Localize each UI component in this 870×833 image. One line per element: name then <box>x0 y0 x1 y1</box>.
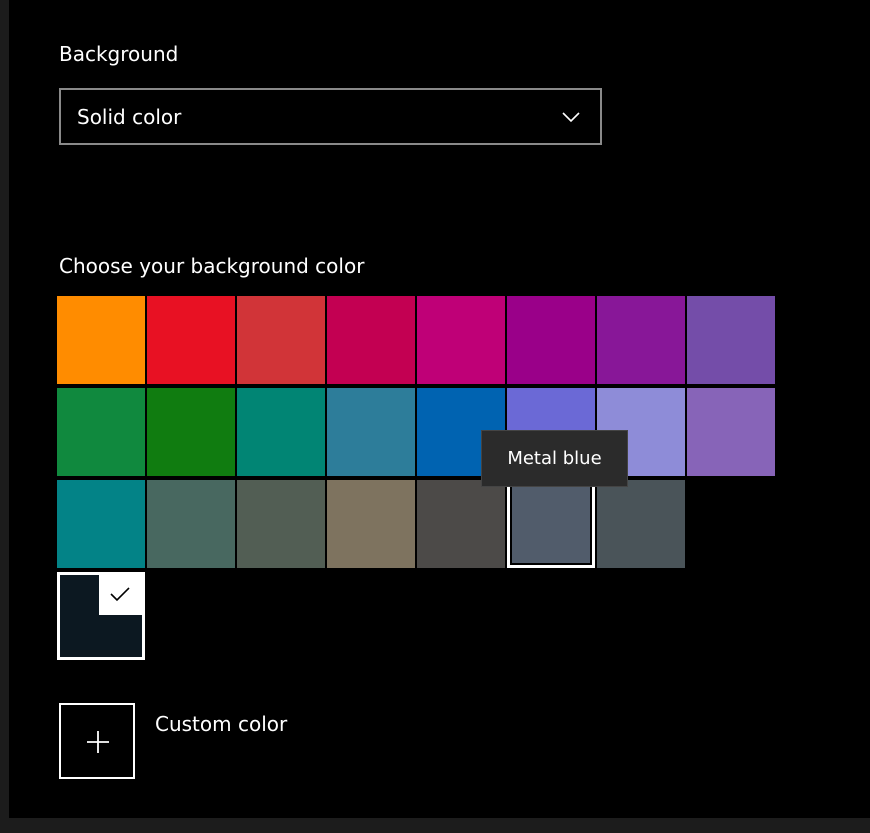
color-swatch[interactable] <box>147 480 235 568</box>
chevron-down-icon <box>562 109 580 123</box>
choose-color-label: Choose your background color <box>59 254 365 278</box>
color-swatch[interactable] <box>57 296 145 384</box>
selected-check-badge <box>99 575 142 615</box>
color-swatch[interactable] <box>237 480 325 568</box>
background-dropdown[interactable]: Solid color <box>59 88 602 145</box>
custom-color-label[interactable]: Custom color <box>155 712 287 736</box>
color-swatch[interactable] <box>147 388 235 476</box>
checkmark-icon <box>110 587 130 602</box>
color-swatch[interactable] <box>327 388 415 476</box>
color-swatch[interactable] <box>417 480 505 568</box>
color-swatch[interactable] <box>327 296 415 384</box>
bottom-edge-divider <box>0 818 870 833</box>
color-swatch[interactable] <box>327 480 415 568</box>
custom-color-button[interactable] <box>59 703 135 779</box>
left-edge-divider <box>0 0 9 833</box>
color-swatch-grid <box>57 296 777 572</box>
color-swatch[interactable] <box>57 480 145 568</box>
color-swatch[interactable] <box>147 296 235 384</box>
color-swatch[interactable] <box>687 388 775 476</box>
color-swatch[interactable] <box>507 296 595 384</box>
selected-color-swatch[interactable] <box>57 572 145 660</box>
color-swatch[interactable] <box>507 480 595 568</box>
settings-panel: Background Solid color Choose your backg… <box>0 0 870 833</box>
color-swatch[interactable] <box>417 296 505 384</box>
background-label: Background <box>59 42 179 66</box>
plus-icon <box>87 731 109 753</box>
color-swatch[interactable] <box>57 388 145 476</box>
color-swatch[interactable] <box>237 296 325 384</box>
color-swatch[interactable] <box>597 480 685 568</box>
dropdown-selected-value: Solid color <box>77 105 182 129</box>
color-swatch[interactable] <box>237 388 325 476</box>
color-tooltip: Metal blue <box>481 430 628 487</box>
color-swatch[interactable] <box>597 296 685 384</box>
color-swatch[interactable] <box>687 296 775 384</box>
